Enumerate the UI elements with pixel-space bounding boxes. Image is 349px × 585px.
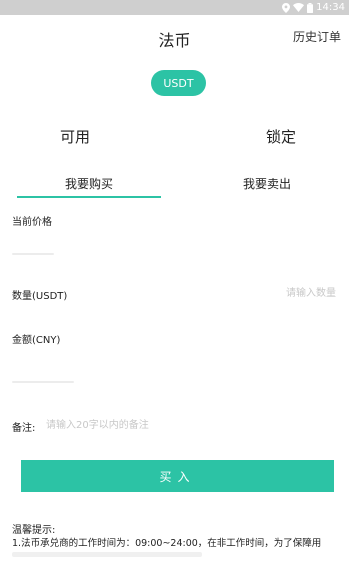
buy-button[interactable]: 买入	[21, 460, 334, 492]
tab-sell[interactable]: 我要卖出	[243, 175, 291, 192]
tips-title: 温馨提示:	[12, 525, 56, 536]
locked-balance-label: 锁定	[266, 128, 297, 146]
amount-label: 金额(CNY)	[12, 335, 61, 346]
status-icons: 14:34	[282, 1, 345, 14]
wifi-icon	[293, 3, 305, 12]
active-tab-indicator	[17, 196, 161, 198]
tab-buy[interactable]: 我要购买	[65, 175, 113, 192]
quantity-input[interactable]	[226, 284, 336, 302]
history-orders-link[interactable]: 历史订单	[293, 28, 341, 45]
battery-icon	[307, 2, 314, 13]
header: 法币 历史订单	[0, 15, 349, 59]
quantity-label: 数量(USDT)	[12, 291, 68, 302]
status-bar: 14:34	[0, 0, 349, 15]
amount-value-placeholder	[12, 381, 74, 383]
status-time: 14:34	[316, 2, 345, 13]
current-price-value-placeholder	[12, 253, 54, 255]
available-balance-label: 可用	[60, 128, 91, 146]
remark-label: 备注:	[12, 423, 36, 434]
tips-text-continuation	[12, 552, 202, 557]
location-icon	[282, 2, 291, 13]
current-price-label: 当前价格	[12, 217, 52, 228]
tips-text: 1.法币承兑商的工作时间为：09:00~24:00，在非工作时间，为了保障用	[12, 538, 322, 549]
remark-input[interactable]	[46, 416, 326, 434]
currency-select-button[interactable]: USDT	[151, 70, 206, 96]
